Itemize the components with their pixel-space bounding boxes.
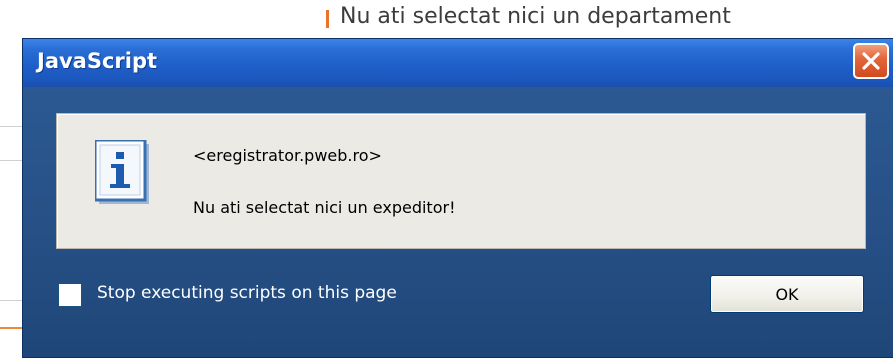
message-text: Nu ati selectat nici un expeditor! xyxy=(193,198,456,217)
info-icon xyxy=(95,140,149,204)
ok-button[interactable]: OK xyxy=(710,275,864,313)
message-host: <eregistrator.pweb.ro> xyxy=(193,146,382,165)
background-divider xyxy=(0,160,22,161)
dialog-title: JavaScript xyxy=(37,49,158,73)
close-icon xyxy=(862,52,880,70)
stop-scripts-label[interactable]: Stop executing scripts on this page xyxy=(97,283,397,303)
background-marker xyxy=(326,10,329,28)
background-divider xyxy=(0,126,22,127)
message-panel: <eregistrator.pweb.ro> Nu ati selectat n… xyxy=(56,113,866,249)
background-accent xyxy=(0,327,22,329)
javascript-alert-dialog: JavaScript <eregistrator.pweb.ro> Nu ati… xyxy=(22,38,893,358)
background-heading: Nu ati selectat nici un departament xyxy=(340,4,731,29)
close-button[interactable] xyxy=(853,43,889,79)
stop-scripts-checkbox[interactable] xyxy=(58,283,82,307)
dialog-titlebar[interactable]: JavaScript xyxy=(23,39,893,87)
background-divider xyxy=(0,300,22,301)
